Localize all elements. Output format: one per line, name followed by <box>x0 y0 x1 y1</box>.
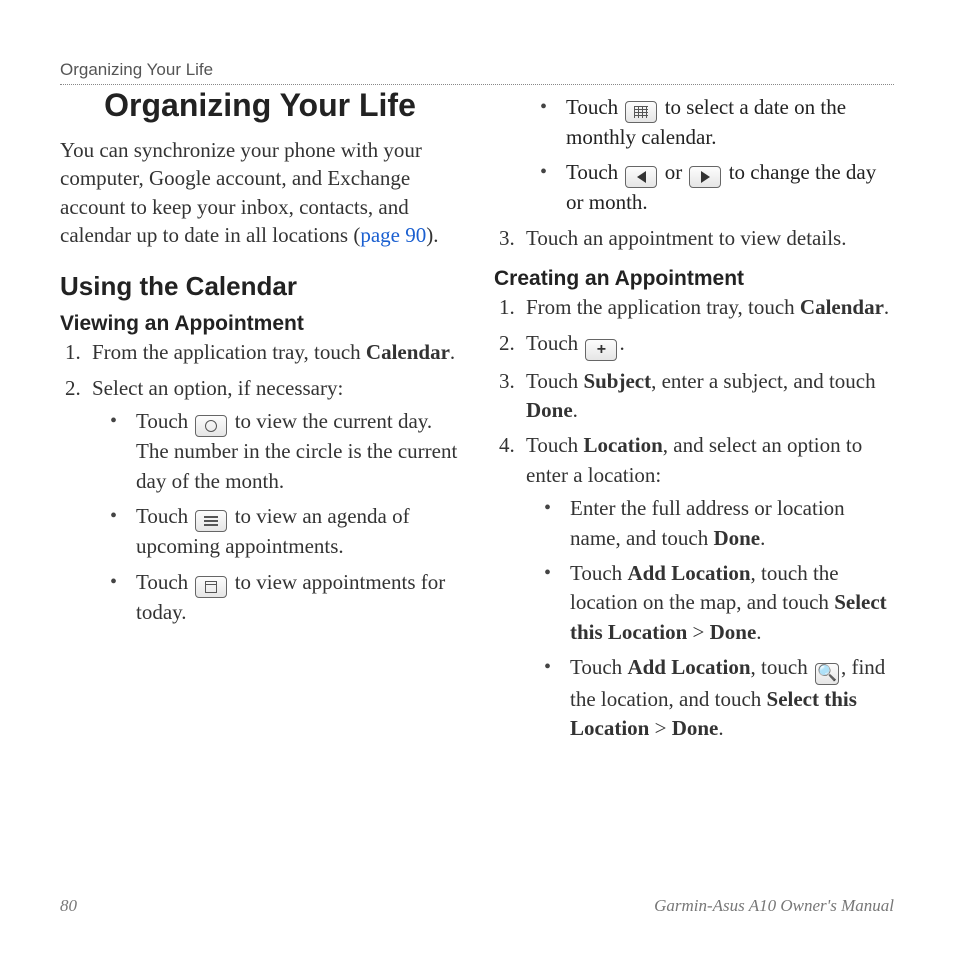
text: , enter a subject, and touch <box>651 369 876 393</box>
list-item: Touch Add Location, touch 🔍, find the lo… <box>544 653 894 744</box>
manual-title: Garmin-Asus A10 Owner's Manual <box>654 896 894 916</box>
text: or <box>659 160 687 184</box>
header-rule <box>60 84 894 85</box>
month-grid-icon <box>625 101 657 123</box>
bold: Done <box>526 398 573 422</box>
text: Touch <box>526 331 583 355</box>
text: . <box>756 620 761 644</box>
list-item: Touch to select a date on the monthly ca… <box>540 93 894 152</box>
list-item: Select an option, if necessary: Touch to… <box>86 374 460 627</box>
list-item: Touch Add Location, touch the location o… <box>544 559 894 647</box>
text: > <box>649 716 671 740</box>
viewing-steps-continued: Touch an appointment to view details. <box>494 224 894 253</box>
text: Touch <box>136 409 193 433</box>
option-sublist-continued: Touch to select a date on the monthly ca… <box>494 93 894 218</box>
list-item: Touch Subject, enter a subject, and touc… <box>520 367 894 426</box>
page-title: Organizing Your Life <box>60 87 460 124</box>
list-item: From the application tray, touch Calenda… <box>86 338 460 367</box>
search-icon: 🔍 <box>815 663 839 685</box>
add-icon: + <box>585 339 617 361</box>
text: Touch <box>570 561 627 585</box>
text: Touch <box>570 655 627 679</box>
list-item: Touch or to change the day or month. <box>540 158 894 217</box>
right-column: Touch to select a date on the monthly ca… <box>494 87 894 750</box>
text: From the application tray, touch <box>526 295 800 319</box>
bold: Done <box>710 620 757 644</box>
text: Enter the full address or location name,… <box>570 496 845 549</box>
text: Touch <box>526 433 583 457</box>
today-icon <box>195 576 227 598</box>
bold: Done <box>672 716 719 740</box>
bold: Done <box>713 526 760 550</box>
text: Touch <box>566 95 623 119</box>
current-day-icon <box>195 415 227 437</box>
text: . <box>619 331 624 355</box>
page-number: 80 <box>60 896 77 916</box>
list-item: Touch an appointment to view details. <box>520 224 894 253</box>
text: Touch <box>136 570 193 594</box>
previous-arrow-icon <box>625 166 657 188</box>
list-item: Enter the full address or location name,… <box>544 494 894 553</box>
list-item: Touch to view appointments for today. <box>110 568 460 627</box>
location-sublist: Enter the full address or location name,… <box>526 494 894 744</box>
bold: Calendar <box>366 340 450 364</box>
text: . <box>718 716 723 740</box>
text: . <box>450 340 455 364</box>
text: Touch <box>136 504 193 528</box>
list-item: Touch Location, and select an option to … <box>520 431 894 744</box>
bold: Subject <box>583 369 651 393</box>
heading-viewing-appointment: Viewing an Appointment <box>60 312 460 336</box>
intro-paragraph: You can synchronize your phone with your… <box>60 136 460 249</box>
list-item: Touch to view an agenda of upcoming appo… <box>110 502 460 562</box>
text: Select an option, if necessary: <box>92 376 343 400</box>
list-item: From the application tray, touch Calenda… <box>520 293 894 322</box>
heading-creating-appointment: Creating an Appointment <box>494 267 894 291</box>
next-arrow-icon <box>689 166 721 188</box>
text: . <box>573 398 578 422</box>
viewing-steps-list: From the application tray, touch Calenda… <box>60 338 460 627</box>
two-column-layout: Organizing Your Life You can synchronize… <box>60 87 894 750</box>
heading-using-calendar: Using the Calendar <box>60 271 460 302</box>
bold: Add Location <box>627 655 750 679</box>
bold: Location <box>583 433 662 457</box>
list-item: Touch to view the current day. The numbe… <box>110 407 460 496</box>
intro-text-after: ). <box>426 223 438 247</box>
text: Touch <box>566 160 623 184</box>
page-footer: 80 Garmin-Asus A10 Owner's Manual <box>60 896 894 916</box>
text: , touch <box>751 655 813 679</box>
text: > <box>687 620 709 644</box>
text: From the application tray, touch <box>92 340 366 364</box>
left-column: Organizing Your Life You can synchronize… <box>60 87 460 750</box>
text: Touch an appointment to view details. <box>526 226 846 250</box>
creating-steps-list: From the application tray, touch Calenda… <box>494 293 894 744</box>
bold: Add Location <box>627 561 750 585</box>
bold: Calendar <box>800 295 884 319</box>
option-sublist: Touch to view the current day. The numbe… <box>92 407 460 627</box>
running-head: Organizing Your Life <box>60 60 894 80</box>
page-link[interactable]: page 90 <box>360 223 426 247</box>
agenda-icon <box>195 510 227 532</box>
list-item: Touch +. <box>520 329 894 361</box>
text: . <box>760 526 765 550</box>
text: Touch <box>526 369 583 393</box>
text: . <box>884 295 889 319</box>
